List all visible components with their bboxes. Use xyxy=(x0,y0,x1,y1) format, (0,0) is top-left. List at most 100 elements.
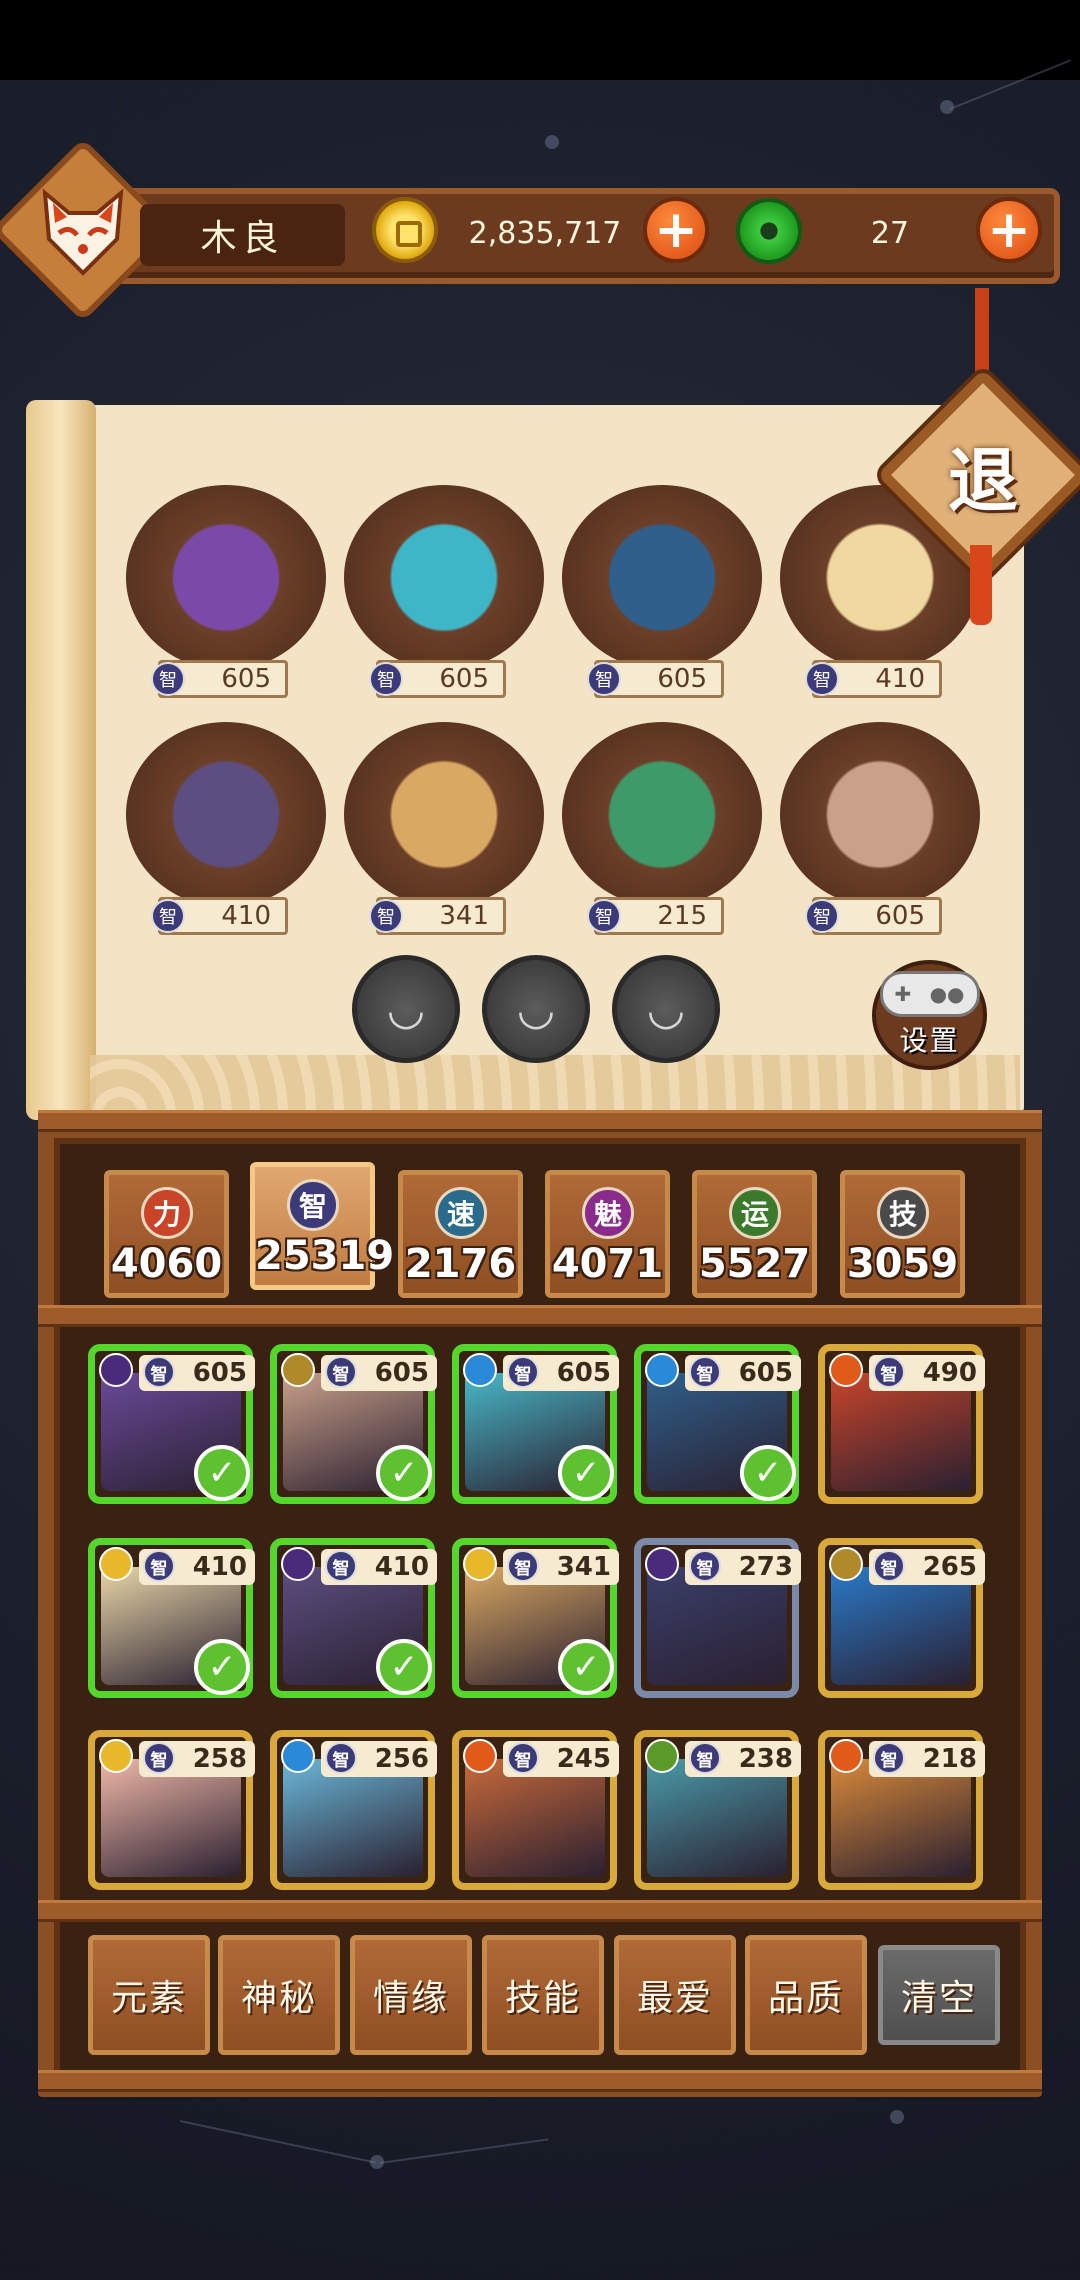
element-icon xyxy=(99,1739,133,1773)
hero-card[interactable]: 智 273 xyxy=(634,1538,801,1698)
shelf-plank xyxy=(38,1305,1042,1327)
empty-slot-bowl-icon[interactable]: ◡ xyxy=(352,955,460,1063)
team-stat-label: 智 605 xyxy=(369,660,506,698)
filter-button[interactable]: 技能 xyxy=(482,1935,604,2055)
intelligence-icon: 智 xyxy=(805,899,839,933)
hero-card[interactable]: 智 218 xyxy=(818,1730,985,1890)
filter-button[interactable]: 情缘 xyxy=(350,1935,472,2055)
coin-icon xyxy=(372,197,438,263)
team-slot[interactable]: 智 215 xyxy=(562,722,762,947)
hero-stat-label: 智 605 xyxy=(685,1355,801,1391)
team-stat-label: 智 215 xyxy=(587,897,724,935)
filter-button[interactable]: 品质 xyxy=(745,1935,867,2055)
hero-portrait xyxy=(126,485,326,670)
team-stat-label: 智 605 xyxy=(151,660,288,698)
hero-card[interactable]: 智 265 xyxy=(818,1538,985,1698)
add-coins-button[interactable]: + xyxy=(643,197,709,263)
settings-button[interactable]: ✚ ●● 设置 xyxy=(872,960,987,1070)
attribute-value: 25319 xyxy=(255,1233,395,1279)
team-stat-value: 605 xyxy=(439,664,489,694)
checkmark-icon: ✓ xyxy=(558,1639,614,1695)
intelligence-icon: 智 xyxy=(873,1356,905,1388)
hero-stat-label: 智 410 xyxy=(139,1549,255,1585)
attribute-icon: 智 xyxy=(287,1179,339,1231)
element-icon xyxy=(463,1739,497,1773)
hero-stat-value: 605 xyxy=(556,1358,611,1388)
hero-card[interactable]: 智 605 ✓ xyxy=(88,1344,255,1504)
hero-card[interactable]: 智 258 xyxy=(88,1730,255,1890)
element-icon xyxy=(281,1353,315,1387)
status-bar xyxy=(0,0,1080,80)
element-icon xyxy=(281,1739,315,1773)
checkmark-icon: ✓ xyxy=(194,1445,250,1501)
attribute-tab[interactable]: 运 5527 xyxy=(692,1170,817,1298)
hero-stat-value: 273 xyxy=(738,1552,793,1582)
hero-card[interactable]: 智 490 xyxy=(818,1344,985,1504)
hero-stat-label: 智 258 xyxy=(139,1741,255,1777)
shelf-plank xyxy=(38,1900,1042,1922)
team-slot[interactable]: 智 410 xyxy=(126,722,326,947)
hero-stat-value: 490 xyxy=(922,1358,977,1388)
empty-slot-bowl-icon[interactable]: ◡ xyxy=(612,955,720,1063)
attribute-tab[interactable]: 技 3059 xyxy=(840,1170,965,1298)
hero-stat-label: 智 256 xyxy=(321,1741,437,1777)
team-slot[interactable]: 智 605 xyxy=(562,485,762,710)
intelligence-icon: 智 xyxy=(143,1742,175,1774)
attribute-tab[interactable]: 力 4060 xyxy=(104,1170,229,1298)
team-slot[interactable]: 智 605 xyxy=(780,722,980,947)
team-slot[interactable]: 智 341 xyxy=(344,722,544,947)
hero-stat-value: 258 xyxy=(192,1744,247,1774)
element-icon xyxy=(463,1353,497,1387)
filter-button[interactable]: 元素 xyxy=(88,1935,210,2055)
hero-portrait xyxy=(780,722,980,907)
hero-stat-label: 智 273 xyxy=(685,1549,801,1585)
hero-card[interactable]: 智 238 xyxy=(634,1730,801,1890)
settings-label: 设置 xyxy=(899,1024,960,1057)
hero-card[interactable]: 智 605 ✓ xyxy=(270,1344,437,1504)
checkmark-icon: ✓ xyxy=(376,1639,432,1695)
attribute-value: 4060 xyxy=(110,1241,223,1287)
exit-label[interactable]: 退 xyxy=(908,400,1058,550)
intelligence-icon: 智 xyxy=(325,1356,357,1388)
hero-stat-value: 341 xyxy=(556,1552,611,1582)
hero-card[interactable]: 智 256 xyxy=(270,1730,437,1890)
add-jade-button[interactable]: + xyxy=(976,197,1042,263)
attribute-tab[interactable]: 智 25319 xyxy=(250,1162,395,1290)
empty-slot-bowl-icon[interactable]: ◡ xyxy=(482,955,590,1063)
hero-card[interactable]: 智 605 ✓ xyxy=(452,1344,619,1504)
element-icon xyxy=(645,1739,679,1773)
hero-stat-label: 智 605 xyxy=(139,1355,255,1391)
element-icon xyxy=(829,1739,863,1773)
intelligence-icon: 智 xyxy=(507,1550,539,1582)
jade-value: 27 xyxy=(870,215,910,251)
intelligence-icon: 智 xyxy=(507,1742,539,1774)
hero-card[interactable]: 智 605 ✓ xyxy=(634,1344,801,1504)
filter-button[interactable]: 神秘 xyxy=(218,1935,340,2055)
hero-card[interactable]: 智 410 ✓ xyxy=(88,1538,255,1698)
team-slot[interactable]: 智 605 xyxy=(126,485,326,710)
filter-button[interactable]: 最爱 xyxy=(614,1935,736,2055)
hero-stat-value: 265 xyxy=(922,1552,977,1582)
attribute-tab[interactable]: 魅 4071 xyxy=(545,1170,670,1298)
checkmark-icon: ✓ xyxy=(558,1445,614,1501)
element-icon xyxy=(99,1353,133,1387)
scroll-roller xyxy=(26,400,96,1120)
hero-stat-label: 智 245 xyxy=(503,1741,619,1777)
intelligence-icon: 智 xyxy=(507,1356,539,1388)
team-slot[interactable]: 智 605 xyxy=(344,485,544,710)
hero-card[interactable]: 智 245 xyxy=(452,1730,619,1890)
hero-card[interactable]: 智 341 ✓ xyxy=(452,1538,619,1698)
team-stat-label: 智 341 xyxy=(369,897,506,935)
avatar[interactable] xyxy=(30,176,136,286)
hero-card[interactable]: 智 410 ✓ xyxy=(270,1538,437,1698)
hero-portrait xyxy=(562,722,762,907)
hero-portrait xyxy=(344,485,544,670)
clear-filter-button[interactable]: 清空 xyxy=(878,1945,1000,2045)
hero-stat-value: 605 xyxy=(374,1358,429,1388)
element-icon xyxy=(645,1547,679,1581)
hero-stat-label: 智 341 xyxy=(503,1549,619,1585)
attribute-tab[interactable]: 速 2176 xyxy=(398,1170,523,1298)
player-name: 木良 xyxy=(140,204,345,266)
attribute-icon: 技 xyxy=(877,1187,929,1239)
intelligence-icon: 智 xyxy=(587,899,621,933)
